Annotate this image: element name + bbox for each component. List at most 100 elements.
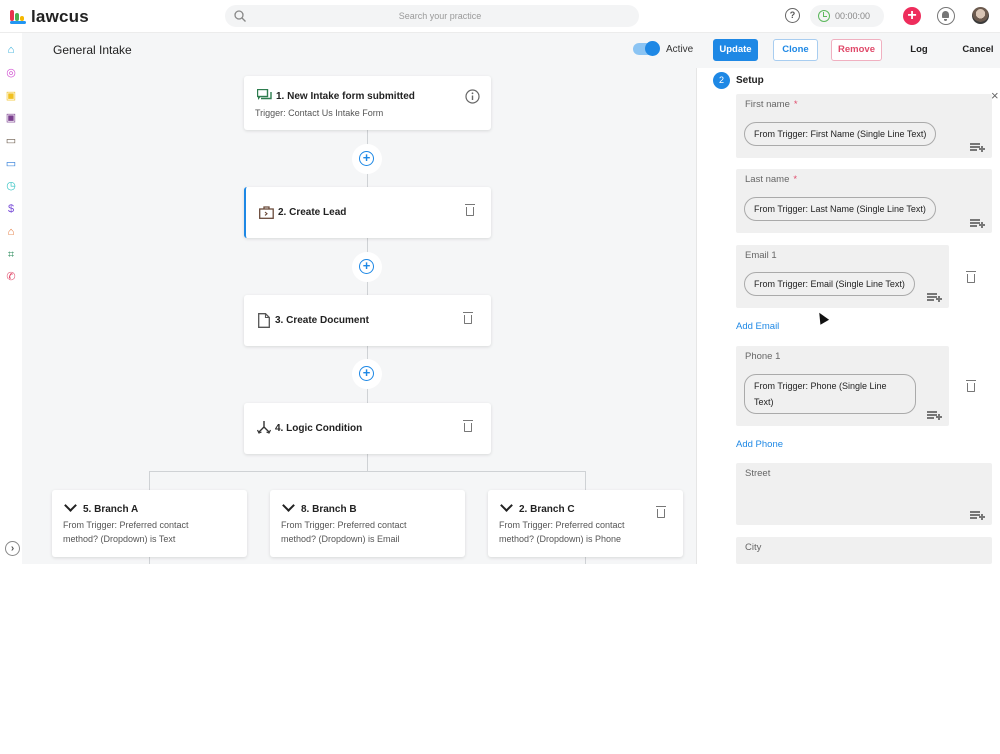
required-marker: * bbox=[793, 99, 798, 110]
delete-branch-icon[interactable] bbox=[656, 506, 666, 518]
clone-button[interactable]: Clone bbox=[773, 39, 818, 61]
delete-step-icon[interactable] bbox=[463, 420, 473, 432]
email-field[interactable]: Email 1 From Trigger: Email (Single Line… bbox=[736, 245, 949, 308]
briefcase-icon bbox=[259, 206, 274, 219]
remove-button[interactable]: Remove bbox=[831, 39, 882, 61]
branch-connector-line bbox=[149, 471, 586, 472]
last-name-field[interactable]: Last name * From Trigger: Last Name (Sing… bbox=[736, 169, 992, 233]
sidebar: ⌂ ◎ ▣ ▣ ▭ ▭ ◷ $ ⌂ ⌗ ✆ › bbox=[0, 33, 22, 564]
add-step-button[interactable] bbox=[352, 144, 382, 174]
branch-condition-line1: From Trigger: Preferred contact bbox=[499, 520, 625, 530]
field-label: First name * bbox=[745, 99, 798, 110]
calendar-icon: ▣ bbox=[5, 90, 17, 102]
required-marker: * bbox=[793, 174, 798, 185]
sidebar-item-home[interactable]: ⌂ bbox=[5, 44, 17, 56]
search-icon bbox=[234, 10, 246, 22]
branch-condition-line1: From Trigger: Preferred contact bbox=[281, 520, 407, 530]
add-phone-link[interactable]: Add Phone bbox=[736, 439, 783, 450]
search-bar[interactable] bbox=[225, 5, 639, 27]
close-panel-icon[interactable]: × bbox=[991, 88, 999, 103]
field-label: Phone 1 bbox=[745, 351, 781, 362]
leads-icon: ▭ bbox=[5, 135, 17, 147]
sidebar-item-timer[interactable]: ◷ bbox=[5, 180, 17, 192]
mapped-value-chip[interactable]: From Trigger: Email (Single Line Text) bbox=[744, 272, 915, 296]
sidebar-item-workflows[interactable]: ⌗ bbox=[5, 249, 17, 261]
expand-sidebar-button[interactable]: › bbox=[5, 541, 20, 556]
step-settings-panel: 2 Setup × First name * From Trigger: Firs… bbox=[696, 68, 1000, 564]
step-card-create-document[interactable]: 3. Create Document bbox=[244, 295, 491, 346]
branch-title: 2. Branch C bbox=[519, 504, 575, 515]
step-title: 4. Logic Condition bbox=[275, 423, 363, 434]
tasks-icon: ◎ bbox=[6, 67, 16, 79]
add-step-button[interactable] bbox=[352, 359, 382, 389]
form-chat-icon bbox=[257, 89, 272, 100]
clock-icon bbox=[818, 10, 830, 22]
active-toggle[interactable] bbox=[633, 41, 660, 56]
delete-step-icon[interactable] bbox=[465, 204, 475, 216]
help-icon[interactable]: ? bbox=[785, 8, 800, 23]
step-number-badge: 2 bbox=[713, 72, 730, 89]
page-title: General Intake bbox=[53, 43, 132, 57]
search-input[interactable] bbox=[255, 5, 625, 27]
log-button[interactable]: Log bbox=[902, 39, 936, 61]
sidebar-item-leads[interactable]: ▭ bbox=[5, 135, 17, 147]
insert-field-icon[interactable] bbox=[970, 511, 985, 521]
timer-value: 00:00:00 bbox=[835, 11, 871, 21]
mapped-value-chip[interactable]: From Trigger: Last Name (Single Line Tex… bbox=[744, 197, 936, 221]
home-icon: ⌂ bbox=[7, 44, 15, 56]
field-label: Last name * bbox=[745, 174, 798, 185]
branch-title: 8. Branch B bbox=[301, 504, 357, 515]
quick-add-button[interactable]: + bbox=[903, 7, 921, 25]
setup-section-label: Setup bbox=[736, 75, 764, 86]
sidebar-item-contacts[interactable]: ▣ bbox=[5, 112, 17, 124]
branch-title: 5. Branch A bbox=[83, 504, 139, 515]
logo[interactable]: lawcus bbox=[10, 7, 89, 27]
mapped-value-chip[interactable]: From Trigger: First Name (Single Line Te… bbox=[744, 122, 937, 146]
notifications-bell-icon[interactable] bbox=[937, 7, 955, 25]
branch-card-b[interactable]: 8. Branch B From Trigger: Preferred cont… bbox=[270, 490, 465, 557]
timer-button[interactable]: 00:00:00 bbox=[810, 5, 884, 27]
insert-field-icon[interactable] bbox=[927, 411, 942, 421]
first-name-field[interactable]: First name * From Trigger: First Name (Si… bbox=[736, 94, 992, 158]
update-button[interactable]: Update bbox=[713, 39, 758, 61]
delete-step-icon[interactable] bbox=[463, 312, 473, 324]
top-bar: lawcus ? 00:00:00 + bbox=[0, 0, 1000, 33]
cancel-button[interactable]: Cancel bbox=[958, 39, 998, 61]
delete-email-icon[interactable] bbox=[966, 271, 976, 283]
add-email-link[interactable]: Add Email bbox=[736, 321, 779, 332]
sidebar-item-bank[interactable]: ⌂ bbox=[5, 226, 17, 238]
chevron-down-icon[interactable] bbox=[64, 499, 77, 512]
timer-icon: ◷ bbox=[6, 180, 16, 192]
branch-condition-line2: method? (Dropdown) is Text bbox=[63, 534, 176, 544]
chevron-down-icon[interactable] bbox=[500, 499, 513, 512]
street-field[interactable]: Street bbox=[736, 463, 992, 525]
sidebar-item-matters[interactable]: ▭ bbox=[5, 158, 17, 170]
delete-phone-icon[interactable] bbox=[966, 380, 976, 392]
branch-condition-line2: method? (Dropdown) is Email bbox=[281, 534, 400, 544]
step-title: 3. Create Document bbox=[275, 315, 369, 326]
sidebar-item-phone[interactable]: ✆ bbox=[5, 271, 17, 283]
user-avatar[interactable] bbox=[972, 7, 989, 24]
billing-icon: $ bbox=[7, 203, 15, 215]
step-card-create-lead[interactable]: 2. Create Lead bbox=[244, 187, 491, 238]
workflow-canvas: 1. New Intake form submitted Trigger: Co… bbox=[22, 68, 696, 564]
logo-text: lawcus bbox=[31, 7, 89, 26]
add-step-button[interactable] bbox=[352, 252, 382, 282]
chevron-down-icon[interactable] bbox=[282, 499, 295, 512]
info-icon[interactable] bbox=[465, 89, 480, 104]
sidebar-item-calendar[interactable]: ▣ bbox=[5, 90, 17, 102]
insert-field-icon[interactable] bbox=[927, 293, 942, 303]
step-card-trigger[interactable]: 1. New Intake form submitted Trigger: Co… bbox=[244, 76, 491, 130]
step-title: 2. Create Lead bbox=[278, 207, 347, 218]
insert-field-icon[interactable] bbox=[970, 219, 985, 229]
step-card-logic-condition[interactable]: 4. Logic Condition bbox=[244, 403, 491, 454]
branch-card-c[interactable]: 2. Branch C From Trigger: Preferred cont… bbox=[488, 490, 683, 557]
phone-field[interactable]: Phone 1 From Trigger: Phone (Single Line… bbox=[736, 346, 949, 426]
insert-field-icon[interactable] bbox=[970, 143, 985, 153]
city-field[interactable]: City bbox=[736, 537, 992, 564]
sidebar-item-billing[interactable]: $ bbox=[5, 203, 17, 215]
sidebar-item-tasks[interactable]: ◎ bbox=[5, 67, 17, 79]
field-label: City bbox=[745, 542, 762, 553]
branch-card-a[interactable]: 5. Branch A From Trigger: Preferred cont… bbox=[52, 490, 247, 557]
mapped-value-chip[interactable]: From Trigger: Phone (Single Line Text) bbox=[744, 374, 916, 414]
